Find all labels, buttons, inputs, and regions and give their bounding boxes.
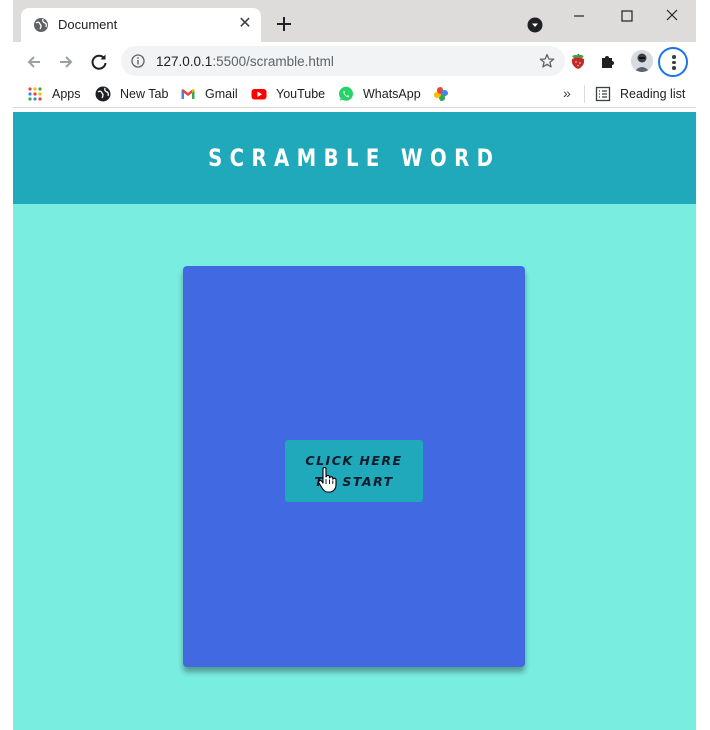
bookmark-star-icon[interactable] (539, 53, 555, 69)
start-button[interactable]: CLICK HERE TO START (285, 440, 423, 502)
tab-search-icon[interactable] (527, 17, 543, 33)
bookmark-youtube[interactable]: YouTube (251, 85, 325, 103)
tab-strip: Document ✕ (13, 0, 696, 42)
extensions-puzzle-icon[interactable] (599, 52, 617, 70)
maximize-icon[interactable] (614, 6, 640, 26)
bookmark-label: New Tab (120, 87, 169, 101)
whatsapp-icon (339, 86, 353, 101)
tab-document[interactable]: Document ✕ (21, 8, 261, 42)
reading-list-label: Reading list (620, 87, 686, 101)
bookmark-gmail[interactable]: Gmail (180, 85, 238, 103)
forward-arrow-icon[interactable] (55, 51, 77, 73)
url-text[interactable]: 127.0.0.1:5500/scramble.html (156, 54, 334, 69)
gmail-icon (181, 89, 195, 99)
url-path: :5500/scramble.html (212, 54, 334, 69)
bookmarks-bar: Apps New Tab Gmail YouTube WhatsApp » Re… (13, 80, 696, 108)
globe-icon (95, 86, 111, 102)
apps-grid-icon (28, 87, 42, 101)
back-arrow-icon[interactable] (23, 51, 45, 73)
bookmark-new-tab[interactable]: New Tab (95, 85, 168, 103)
menu-dot (672, 66, 676, 70)
address-bar[interactable]: 127.0.0.1:5500/scramble.html (121, 46, 565, 76)
site-info-icon[interactable] (131, 54, 145, 68)
page-viewport: SCRAMBLE WORD CLICK HERE TO START (13, 112, 696, 730)
browser-window: Document ✕ 127.0.0.1:5500/scramble.html … (13, 0, 696, 730)
bookmark-label: Gmail (205, 87, 238, 101)
game-card: CLICK HERE TO START (183, 266, 525, 667)
google-photos-icon (434, 87, 448, 101)
page-title: SCRAMBLE WORD (208, 144, 501, 172)
profile-avatar[interactable] (631, 50, 653, 72)
bookmark-label: YouTube (276, 87, 326, 101)
avatar-photo-icon (631, 50, 653, 72)
menu-dot (672, 60, 676, 64)
site-header: SCRAMBLE WORD (13, 112, 696, 204)
hand-pointer-cursor-icon (318, 467, 337, 493)
browser-toolbar: 127.0.0.1:5500/scramble.html (13, 42, 696, 80)
window-close-icon[interactable] (659, 6, 685, 26)
tab-close-icon[interactable]: ✕ (235, 14, 255, 34)
bookmark-apps[interactable]: Apps (27, 85, 81, 103)
bookmarks-overflow-chevron[interactable]: » (563, 85, 571, 101)
reading-list-icon (595, 86, 611, 102)
bookmark-whatsapp[interactable]: WhatsApp (338, 85, 421, 103)
menu-dot (672, 55, 676, 59)
fruit-extension-icon[interactable] (569, 52, 587, 70)
reload-icon[interactable] (88, 51, 110, 73)
youtube-icon (251, 89, 267, 100)
bookmarks-divider (584, 85, 585, 103)
bookmark-label: WhatsApp (363, 87, 421, 101)
tab-title: Document (58, 17, 118, 32)
new-tab-plus-icon[interactable] (272, 12, 296, 36)
bookmark-label: Apps (52, 87, 81, 101)
bookmark-google-photos[interactable] (433, 85, 458, 103)
browser-menu-button[interactable] (658, 47, 688, 77)
reading-list-button[interactable]: Reading list (595, 85, 685, 103)
minimize-icon[interactable] (566, 6, 592, 26)
globe-icon (34, 18, 48, 32)
url-host: 127.0.0.1 (156, 54, 213, 69)
